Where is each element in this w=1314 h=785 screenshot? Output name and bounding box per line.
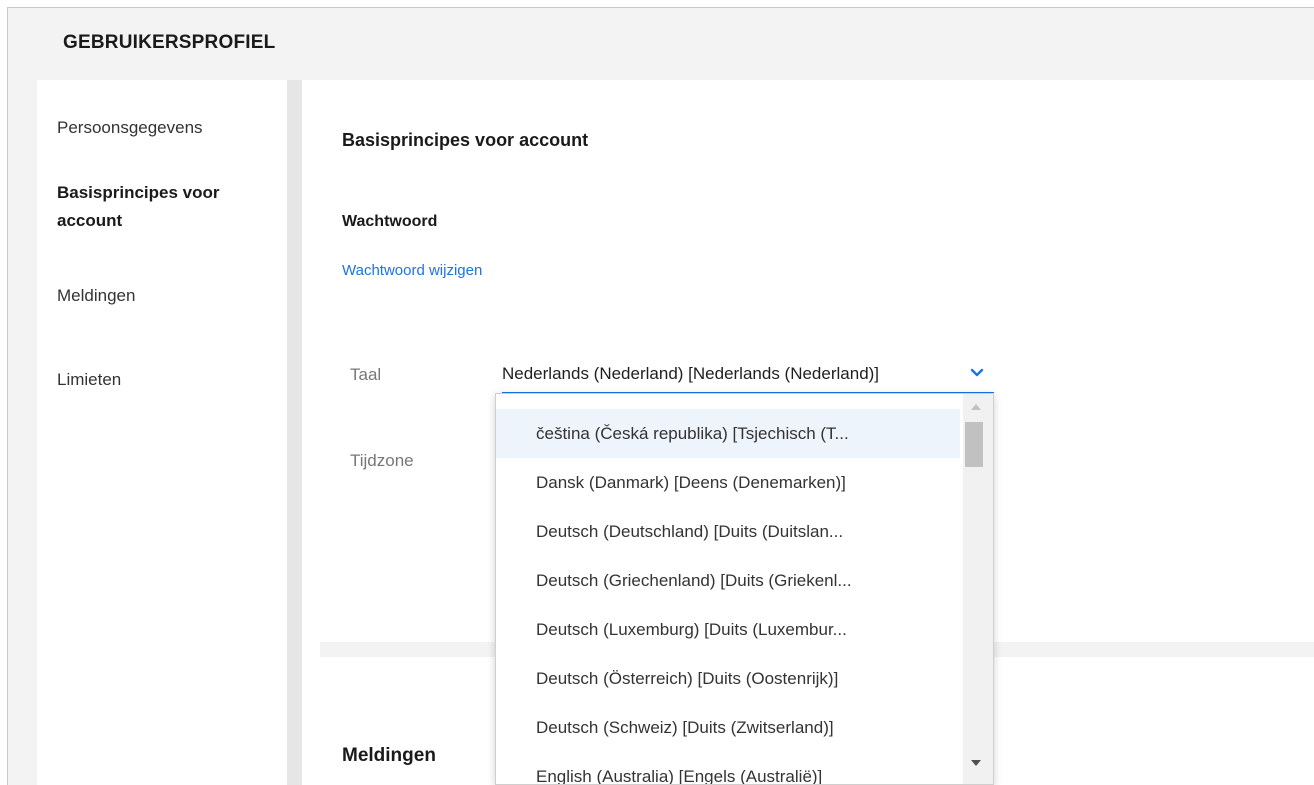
scroll-down-icon[interactable] <box>971 760 981 766</box>
notifications-section-title: Meldingen <box>342 745 436 766</box>
dropdown-option[interactable]: Deutsch (Österreich) [Duits (Oostenrijk)… <box>496 654 960 703</box>
dropdown-option[interactable]: Dansk (Danmark) [Deens (Denemarken)] <box>496 458 960 507</box>
scroll-up-icon[interactable] <box>971 404 981 410</box>
language-select[interactable]: Nederlands (Nederland) [Nederlands (Nede… <box>502 354 994 394</box>
language-dropdown-list[interactable]: čeština (Česká republika) [Tsjechisch (T… <box>495 393 994 785</box>
language-label: Taal <box>350 365 382 384</box>
sidebar-item-notifications[interactable]: Meldingen <box>57 282 135 310</box>
sidebar-item-limits[interactable]: Limieten <box>57 366 121 394</box>
sidebar-divider <box>287 80 302 785</box>
sidebar: Persoonsgegevens Basisprincipes voor acc… <box>37 80 287 785</box>
dropdown-option[interactable]: Deutsch (Luxemburg) [Duits (Luxembur... <box>496 605 960 654</box>
dropdown-scrollbar[interactable] <box>963 394 993 784</box>
sidebar-item-account-basics[interactable]: Basisprincipes voor account <box>57 179 227 235</box>
dropdown-option[interactable]: Deutsch (Deutschland) [Duits (Duitslan..… <box>496 507 960 556</box>
timezone-label: Tijdzone <box>350 451 414 470</box>
dropdown-option[interactable]: Deutsch (Griechenland) [Duits (Griekenl.… <box>496 556 960 605</box>
scrollbar-thumb[interactable] <box>965 422 983 467</box>
page-title: GEBRUIKERSPROFIEL <box>63 32 276 53</box>
dropdown-option[interactable]: English (Australia) [Engels (Australië)] <box>496 752 960 784</box>
language-select-value: Nederlands (Nederland) [Nederlands (Nede… <box>502 364 880 383</box>
dropdown-option[interactable]: Deutsch (Schweiz) [Duits (Zwitserland)] <box>496 703 960 752</box>
dropdown-option[interactable]: čeština (Česká republika) [Tsjechisch (T… <box>496 409 960 458</box>
chevron-down-icon <box>970 368 984 377</box>
sidebar-item-personal-details[interactable]: Persoonsgegevens <box>57 114 203 142</box>
password-title: Wachtwoord <box>342 213 438 230</box>
change-password-link[interactable]: Wachtwoord wijzigen <box>342 262 482 279</box>
section-title: Basisprincipes voor account <box>342 130 589 150</box>
